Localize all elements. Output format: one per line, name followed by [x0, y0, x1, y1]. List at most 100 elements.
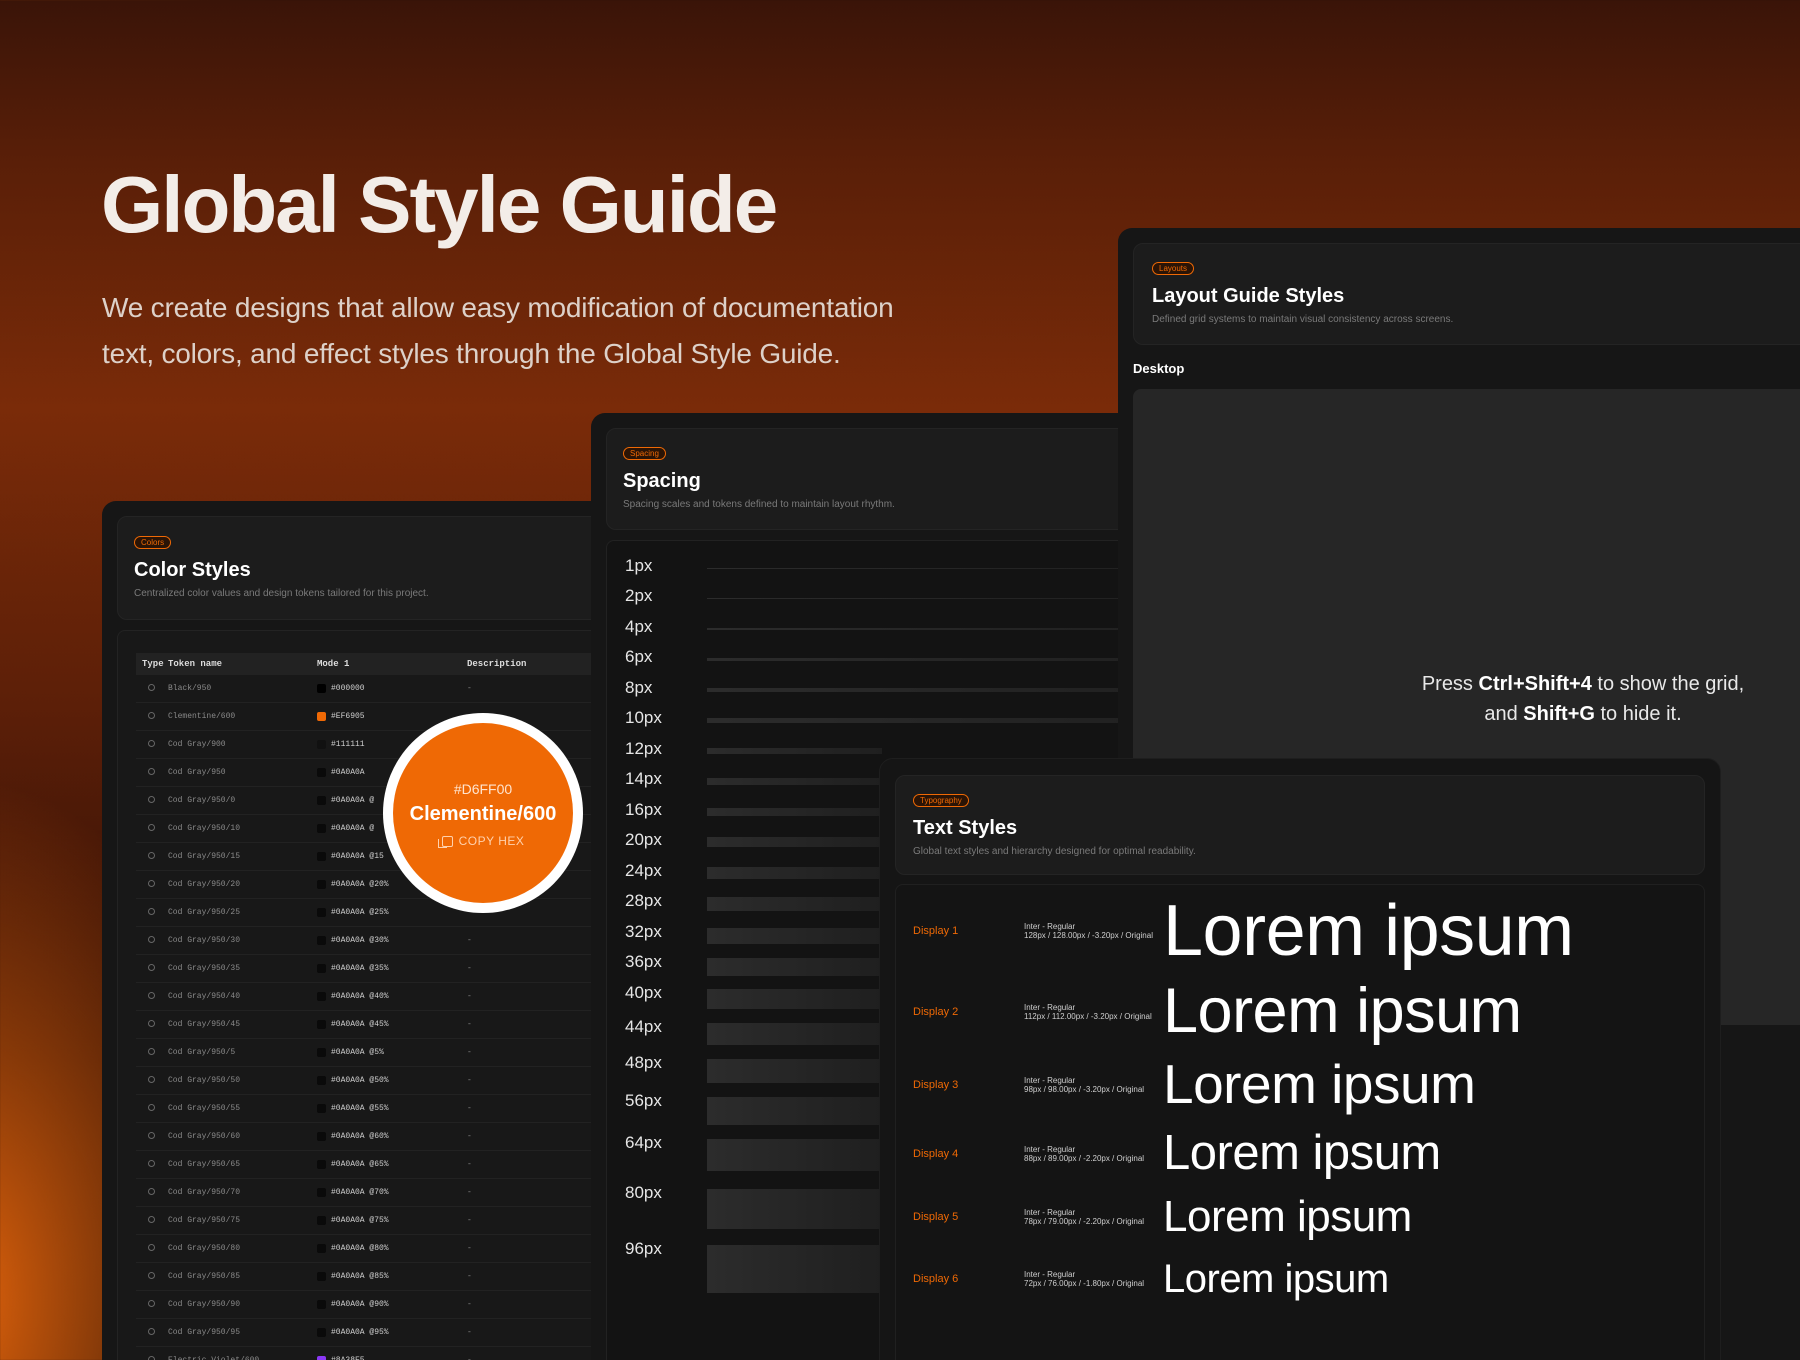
spacing-label: 28px [625, 891, 662, 910]
token-value: #0A0A0A @45% [331, 1020, 389, 1029]
table-row[interactable]: Cod Gray/950/75 #0A0A0A @75% - [136, 1207, 622, 1235]
token-name: Cod Gray/950/20 [168, 880, 241, 889]
color-type-icon [148, 907, 155, 915]
token-value: #0A0A0A @70% [331, 1188, 389, 1197]
color-swatch [317, 1244, 326, 1253]
style-name: Display 1 [913, 925, 959, 937]
spacing-bar [707, 567, 1151, 569]
layout-desc: Defined grid systems to maintain visual … [1152, 314, 1454, 325]
spacing-bar [707, 928, 882, 944]
spacing-label: 48px [625, 1053, 662, 1072]
grid-hint: Press Ctrl+Shift+4 to show the grid, and… [1421, 673, 1745, 725]
copy-hex-button[interactable]: COPY HEX [393, 834, 573, 848]
spacing-bar [707, 989, 882, 1009]
spacing-bar [707, 1097, 882, 1125]
token-name: Cod Gray/950/50 [168, 1076, 241, 1085]
color-swatch [317, 1020, 326, 1029]
table-row[interactable]: Cod Gray/950/5 #0A0A0A @5% - [136, 1039, 622, 1067]
spacing-label: 1px [625, 556, 653, 575]
color-type-icon [148, 1159, 155, 1167]
color-swatch [317, 1300, 326, 1309]
token-value: #0A0A0A @55% [331, 1104, 389, 1113]
token-name: Cod Gray/950/95 [168, 1328, 241, 1337]
color-type-icon [148, 1355, 155, 1360]
color-type-icon [148, 1271, 155, 1279]
spacing-bar [707, 657, 1151, 661]
style-sample: Lorem ipsum [1163, 976, 1522, 1046]
table-row[interactable]: Black/950 #000000- [136, 675, 622, 703]
token-name: Cod Gray/950/75 [168, 1216, 241, 1225]
color-swatch [317, 796, 326, 805]
table-row[interactable]: Cod Gray/950/80 #0A0A0A @80% - [136, 1235, 622, 1263]
color-swatch [317, 1272, 326, 1281]
spacing-bar [707, 1059, 882, 1083]
token-value: #0A0A0A @80% [331, 1244, 389, 1253]
table-row[interactable]: Cod Gray/950/55 #0A0A0A @55% - [136, 1095, 622, 1123]
color-type-icon [148, 1131, 155, 1139]
token-name: Cod Gray/950 [168, 768, 226, 777]
table-header: Type Token name Mode 1 Description [136, 653, 622, 675]
color-type-icon [148, 1299, 155, 1307]
spacing-bar [707, 837, 882, 847]
spacing-label: 64px [625, 1133, 662, 1152]
table-row[interactable]: Cod Gray/950/40 #0A0A0A @40% - [136, 983, 622, 1011]
token-value: #0A0A0A @60% [331, 1132, 389, 1141]
color-type-icon [148, 739, 155, 747]
table-row[interactable]: Cod Gray/950/90 #0A0A0A @90% - [136, 1291, 622, 1319]
spacing-header: Spacing Spacing Spacing scales and token… [606, 428, 1151, 530]
table-row[interactable]: Cod Gray/950/85 #0A0A0A @85% - [136, 1263, 622, 1291]
typography-badge: Typography [913, 794, 969, 807]
table-row[interactable]: Cod Gray/950/30 #0A0A0A @30% - [136, 927, 622, 955]
token-value: #0A0A0A @50% [331, 1076, 389, 1085]
copy-hex-label: COPY HEX [458, 834, 525, 848]
table-row[interactable]: Cod Gray/950/95 #0A0A0A @95% - [136, 1319, 622, 1347]
color-type-icon [148, 1103, 155, 1111]
spacing-bar [707, 1245, 882, 1293]
style-sample: Lorem ipsum [1163, 1257, 1389, 1301]
spacing-bar [707, 1139, 882, 1171]
token-value: #0A0A0A @ [331, 824, 375, 833]
spacing-bar [707, 777, 882, 785]
color-type-icon [148, 1215, 155, 1223]
table-row[interactable]: Cod Gray/950/65 #0A0A0A @65% - [136, 1151, 622, 1179]
token-value: #111111 [331, 740, 365, 749]
spacing-label: 96px [625, 1239, 662, 1258]
spacing-title: Spacing [623, 470, 701, 492]
color-type-icon [148, 823, 155, 831]
spacing-bar [707, 748, 882, 754]
style-name: Display 3 [913, 1078, 959, 1091]
table-row[interactable]: Clementine/600 #EF6905 [136, 703, 622, 731]
spacing-bar [707, 867, 882, 879]
table-row[interactable]: Cod Gray/950/70 #0A0A0A @70% - [136, 1179, 622, 1207]
token-name: Cod Gray/950/40 [168, 992, 241, 1001]
table-row[interactable]: Cod Gray/950/25 #0A0A0A @25% [136, 899, 622, 927]
style-sample: Lorem ipsum [1163, 1053, 1476, 1115]
table-row[interactable]: Cod Gray/950/50 #0A0A0A @50% - [136, 1067, 622, 1095]
token-name: Cod Gray/950/35 [168, 964, 241, 973]
spacing-label: 20px [625, 830, 662, 849]
table-row[interactable]: Electric Violet/600#8A38F5- [136, 1347, 622, 1360]
token-name: Cod Gray/950/65 [168, 1160, 241, 1169]
token-value: #0A0A0A @90% [331, 1300, 389, 1309]
token-value: #0A0A0A @35% [331, 964, 389, 973]
table-row[interactable]: Cod Gray/950/60 #0A0A0A @60% - [136, 1123, 622, 1151]
table-row[interactable]: Cod Gray/950/45 #0A0A0A @45% - [136, 1011, 622, 1039]
style-spec: Inter - Regular 72px / 76.00px / -1.80px … [1024, 1270, 1145, 1288]
token-name: Cod Gray/950/90 [168, 1300, 241, 1309]
color-type-icon [148, 711, 155, 719]
token-name: Cod Gray/950/60 [168, 1132, 241, 1141]
color-swatch [317, 1188, 326, 1197]
token-value: #0A0A0A [331, 768, 365, 777]
color-swatch [317, 1216, 326, 1225]
colors-badge: Colors [134, 536, 172, 549]
color-type-icon [148, 683, 155, 691]
spacing-label: 14px [625, 769, 662, 788]
table-row[interactable]: Cod Gray/950/35 #0A0A0A @35% - [136, 955, 622, 983]
token-name: Cod Gray/950/5 [168, 1048, 236, 1057]
spacing-bar [707, 1023, 882, 1045]
text-styles-header: Typography Text Styles Global text style… [895, 775, 1705, 875]
page-title: Global Style Guide [101, 160, 778, 249]
token-name: Clementine/600 [168, 712, 236, 721]
color-type-icon [148, 851, 155, 859]
token-name: Cod Gray/950/30 [168, 936, 241, 945]
